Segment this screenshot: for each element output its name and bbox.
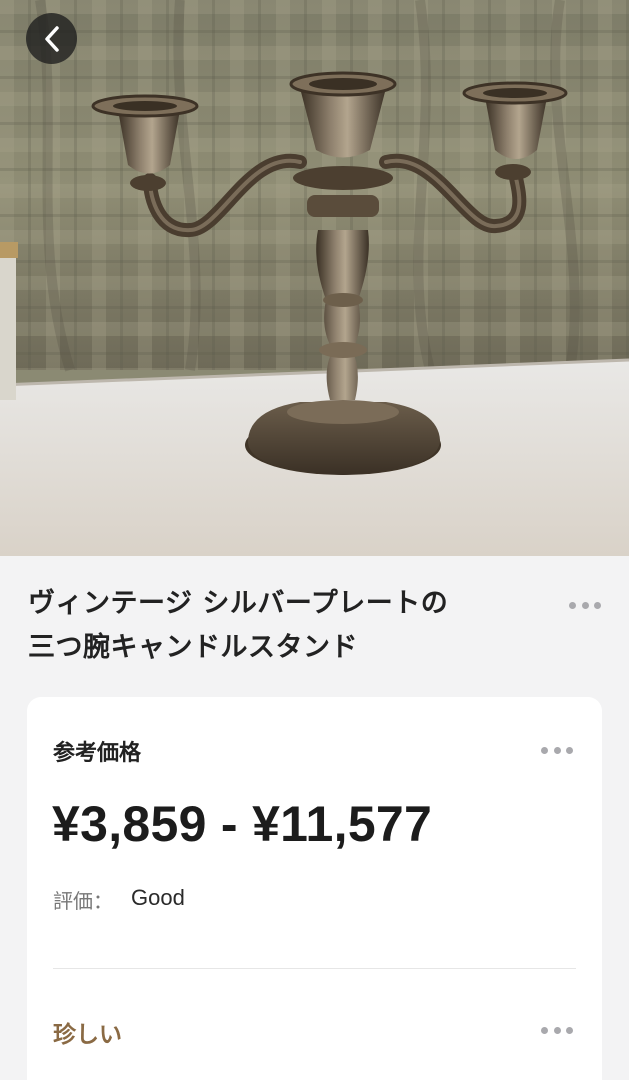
rarity-label: 珍しい bbox=[53, 1022, 122, 1048]
back-button[interactable] bbox=[26, 13, 77, 64]
chevron-left-icon bbox=[44, 25, 59, 52]
product-title-line1: ヴィンテージ シルバープレートの bbox=[28, 588, 449, 619]
candelabra-photo-illustration bbox=[0, 0, 629, 556]
reference-price-label: 参考価格 bbox=[53, 741, 142, 766]
product-title: ヴィンテージ シルバープレートの 三つ腕キャンドルスタンド bbox=[28, 582, 548, 670]
price-range: ¥3,859 - ¥11,577 bbox=[52, 796, 433, 852]
product-title-line2: 三つ腕キャンドルスタンド bbox=[28, 632, 358, 663]
divider bbox=[53, 968, 576, 969]
more-horizontal-icon bbox=[541, 746, 548, 754]
rating-value: Good bbox=[131, 885, 185, 910]
title-more-button[interactable] bbox=[565, 595, 605, 615]
price-more-button[interactable] bbox=[537, 740, 577, 760]
rarity-more-button[interactable] bbox=[537, 1020, 577, 1040]
product-title-block: ヴィンテージ シルバープレートの 三つ腕キャンドルスタンド bbox=[28, 582, 603, 670]
more-horizontal-icon bbox=[569, 601, 576, 609]
product-photo bbox=[0, 0, 629, 556]
price-card: 参考価格 ¥3,859 - ¥11,577 評価： Good 珍しい bbox=[27, 697, 602, 1080]
rating-row: 評価： Good bbox=[53, 885, 185, 914]
rating-label: 評価： bbox=[53, 889, 113, 913]
more-horizontal-icon bbox=[541, 1026, 548, 1034]
